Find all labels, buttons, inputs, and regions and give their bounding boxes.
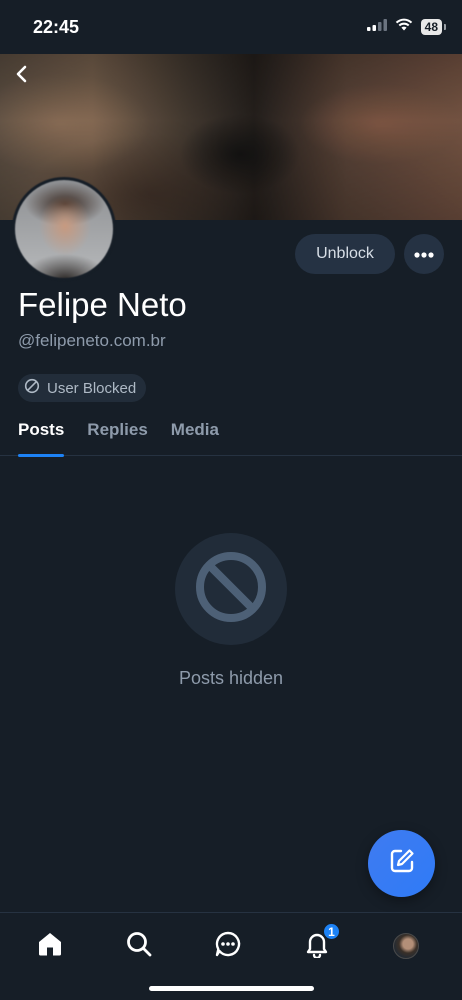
user-blocked-label: User Blocked: [47, 379, 137, 397]
search-icon: [125, 930, 153, 963]
back-button[interactable]: [8, 62, 36, 90]
ellipsis-icon: [414, 245, 434, 263]
unblock-button[interactable]: Unblock: [295, 234, 395, 274]
nav-chat[interactable]: [210, 928, 246, 964]
compose-button[interactable]: [368, 830, 435, 897]
user-blocked-badge: User Blocked: [18, 374, 147, 402]
chat-icon: [214, 930, 242, 963]
avatar: [393, 933, 419, 959]
profile-handle: @felipeneto.com.br: [18, 331, 166, 350]
tab-media[interactable]: Media: [171, 414, 219, 456]
bottom-nav: 1: [0, 912, 462, 1000]
home-icon: [36, 930, 64, 963]
tab-posts[interactable]: Posts: [18, 414, 65, 457]
compose-icon: [388, 847, 416, 880]
status-bar: 22:45 48: [0, 0, 462, 54]
notification-count-badge: 1: [322, 922, 341, 941]
posts-hidden-icon-container: [175, 533, 287, 645]
more-options-button[interactable]: [404, 234, 444, 274]
profile-avatar[interactable]: [12, 177, 116, 281]
nav-notifications[interactable]: 1: [299, 922, 341, 964]
nav-home[interactable]: [32, 928, 68, 964]
display-name: Felipe Neto: [18, 286, 187, 323]
posts-hidden-text: Posts hidden: [178, 668, 284, 688]
home-indicator: [149, 986, 314, 991]
profile-tabs: Posts Replies Media: [0, 414, 462, 457]
status-icons: 48: [366, 18, 447, 36]
wifi-icon: [395, 18, 413, 36]
chevron-left-icon: [15, 65, 29, 88]
nav-search[interactable]: [121, 928, 157, 964]
battery-icon: 48: [420, 19, 447, 35]
nav-profile[interactable]: [388, 928, 424, 964]
blocked-circle-icon: [194, 550, 268, 629]
tab-replies[interactable]: Replies: [87, 414, 147, 456]
cellular-signal-icon: [366, 18, 387, 36]
status-time: 22:45: [33, 16, 80, 37]
blocked-circle-small-icon: [24, 378, 40, 398]
